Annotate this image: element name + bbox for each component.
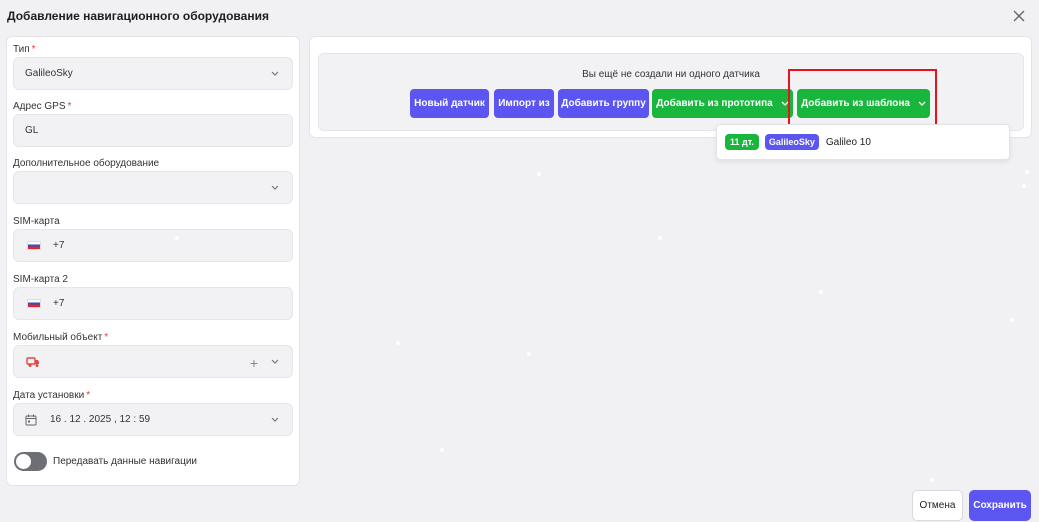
mobile-object-field: Мобильный объект * + (13, 331, 293, 378)
russia-flag-icon[interactable] (27, 241, 41, 250)
install-date-label: Дата установки (13, 390, 85, 401)
template-dropdown: 11 дт. GalileoSky Galileo 10 (716, 124, 1010, 160)
snowflake-decoration (1010, 318, 1014, 322)
gps-address-value: GL (25, 125, 39, 136)
extra-equipment-label: Дополнительное оборудование (13, 158, 160, 169)
mobile-object-label: Мобильный объект (13, 332, 103, 343)
new-sensor-button[interactable]: Новый датчик (410, 89, 489, 118)
type-select[interactable]: GalileoSky (13, 57, 293, 90)
snowflake-decoration (819, 290, 823, 294)
add-from-prototype-button[interactable]: Добавить из прототипа (652, 89, 793, 118)
russia-flag-icon[interactable] (27, 299, 41, 308)
required-mark: * (86, 390, 91, 401)
nav-data-toggle-label: Передавать данные навигации (53, 456, 197, 467)
sim1-input[interactable]: +7 (13, 229, 293, 262)
snowflake-decoration (527, 352, 531, 356)
required-mark: * (67, 101, 72, 112)
snowflake-decoration (537, 172, 541, 176)
add-group-button[interactable]: Добавить группу (558, 89, 649, 118)
extra-equipment-select[interactable] (13, 171, 293, 204)
install-date-picker[interactable]: 16 . 12 . 2025 , 12 : 59 (13, 403, 293, 436)
extra-equipment-field: Дополнительное оборудование (13, 157, 293, 204)
type-field: Тип * GalileoSky (13, 43, 293, 90)
type-label: Тип (13, 44, 30, 55)
sim2-label: SIM-карта 2 (13, 274, 68, 285)
chevron-down-icon (271, 417, 279, 422)
sim2-value: +7 (53, 298, 65, 309)
gps-address-label: Адрес GPS (13, 101, 66, 112)
calendar-icon (25, 414, 37, 425)
install-date-value: 16 . 12 . 2025 , 12 : 59 (50, 414, 151, 425)
snowflake-decoration (175, 236, 179, 240)
snowflake-decoration (396, 341, 400, 345)
gps-address-field: Адрес GPS * GL (13, 100, 293, 147)
close-icon (1013, 10, 1025, 22)
toggle-knob (16, 454, 31, 469)
equipment-form-panel: Тип * GalileoSky Адрес GPS * GL Дополнител… (6, 36, 300, 486)
sim2-input[interactable]: +7 (13, 287, 293, 320)
required-mark: * (31, 44, 36, 55)
chevron-down-icon (271, 185, 279, 190)
sensor-count-badge: 11 дт. (725, 134, 759, 150)
highlight-box (788, 69, 937, 128)
add-icon[interactable]: + (250, 355, 258, 371)
snowflake-decoration (930, 478, 934, 482)
snowflake-decoration (1025, 170, 1029, 174)
gps-address-input[interactable]: GL (13, 114, 293, 147)
dialog-title: Добавление навигационного оборудования (7, 9, 269, 23)
add-from-prototype-label: Добавить из прототипа (656, 98, 773, 109)
required-mark: * (104, 332, 109, 343)
model-badge: GalileoSky (764, 134, 819, 150)
chevron-down-icon (271, 359, 279, 364)
snowflake-decoration (440, 448, 444, 452)
sim1-field: SIM-карта +7 (13, 215, 293, 262)
snowflake-decoration (1022, 184, 1026, 188)
type-value: GalileoSky (25, 68, 73, 79)
close-button[interactable] (1011, 8, 1027, 24)
template-name: Galileo 10 (825, 136, 871, 148)
sim1-label: SIM-карта (13, 216, 60, 227)
sim1-value: +7 (53, 240, 65, 251)
chevron-down-icon (271, 71, 279, 76)
cancel-button[interactable]: Отмена (912, 490, 963, 521)
nav-data-toggle[interactable] (14, 452, 47, 471)
mobile-object-select[interactable]: + (13, 345, 293, 378)
sim2-field: SIM-карта 2 +7 (13, 273, 293, 320)
truck-icon (26, 356, 39, 367)
install-date-field: Дата установки * 16 . 12 . 2025 , 12 : 59 (13, 389, 293, 436)
template-option[interactable]: 11 дт. GalileoSky Galileo 10 (725, 134, 871, 150)
snowflake-decoration (658, 236, 662, 240)
save-button[interactable]: Сохранить (969, 490, 1031, 521)
import-button[interactable]: Импорт из (494, 89, 554, 118)
